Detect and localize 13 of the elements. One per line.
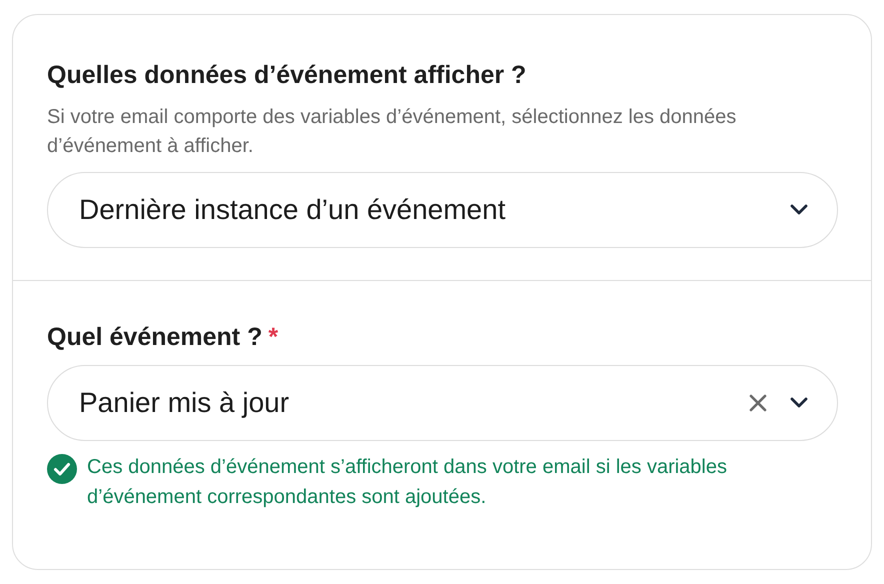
- question-title: Quel événement ?: [47, 323, 262, 351]
- select-value: Dernière instance d’un événement: [79, 194, 506, 226]
- select-field[interactable]: Dernière instance d’un événement: [47, 172, 838, 248]
- check-circle-icon: [47, 454, 77, 484]
- required-mark: *: [268, 323, 278, 351]
- chevron-down-icon[interactable]: [789, 397, 809, 409]
- question-description: Si votre email comporte des variables d’événement, sélectionnez les données d’événement à afficher.: [47, 105, 738, 159]
- select-value: Panier mis à jour: [79, 387, 290, 419]
- select-field[interactable]: Panier mis à jour: [47, 365, 838, 441]
- clear-icon[interactable]: [749, 394, 767, 412]
- question-title: Quelles données d’événement afficher ?: [47, 61, 526, 89]
- chevron-down-icon[interactable]: [789, 204, 809, 216]
- success-message: Ces données d’événement s’afficheront dans votre email si les variables d’événement correspondantes sont ajoutées.: [87, 455, 728, 510]
